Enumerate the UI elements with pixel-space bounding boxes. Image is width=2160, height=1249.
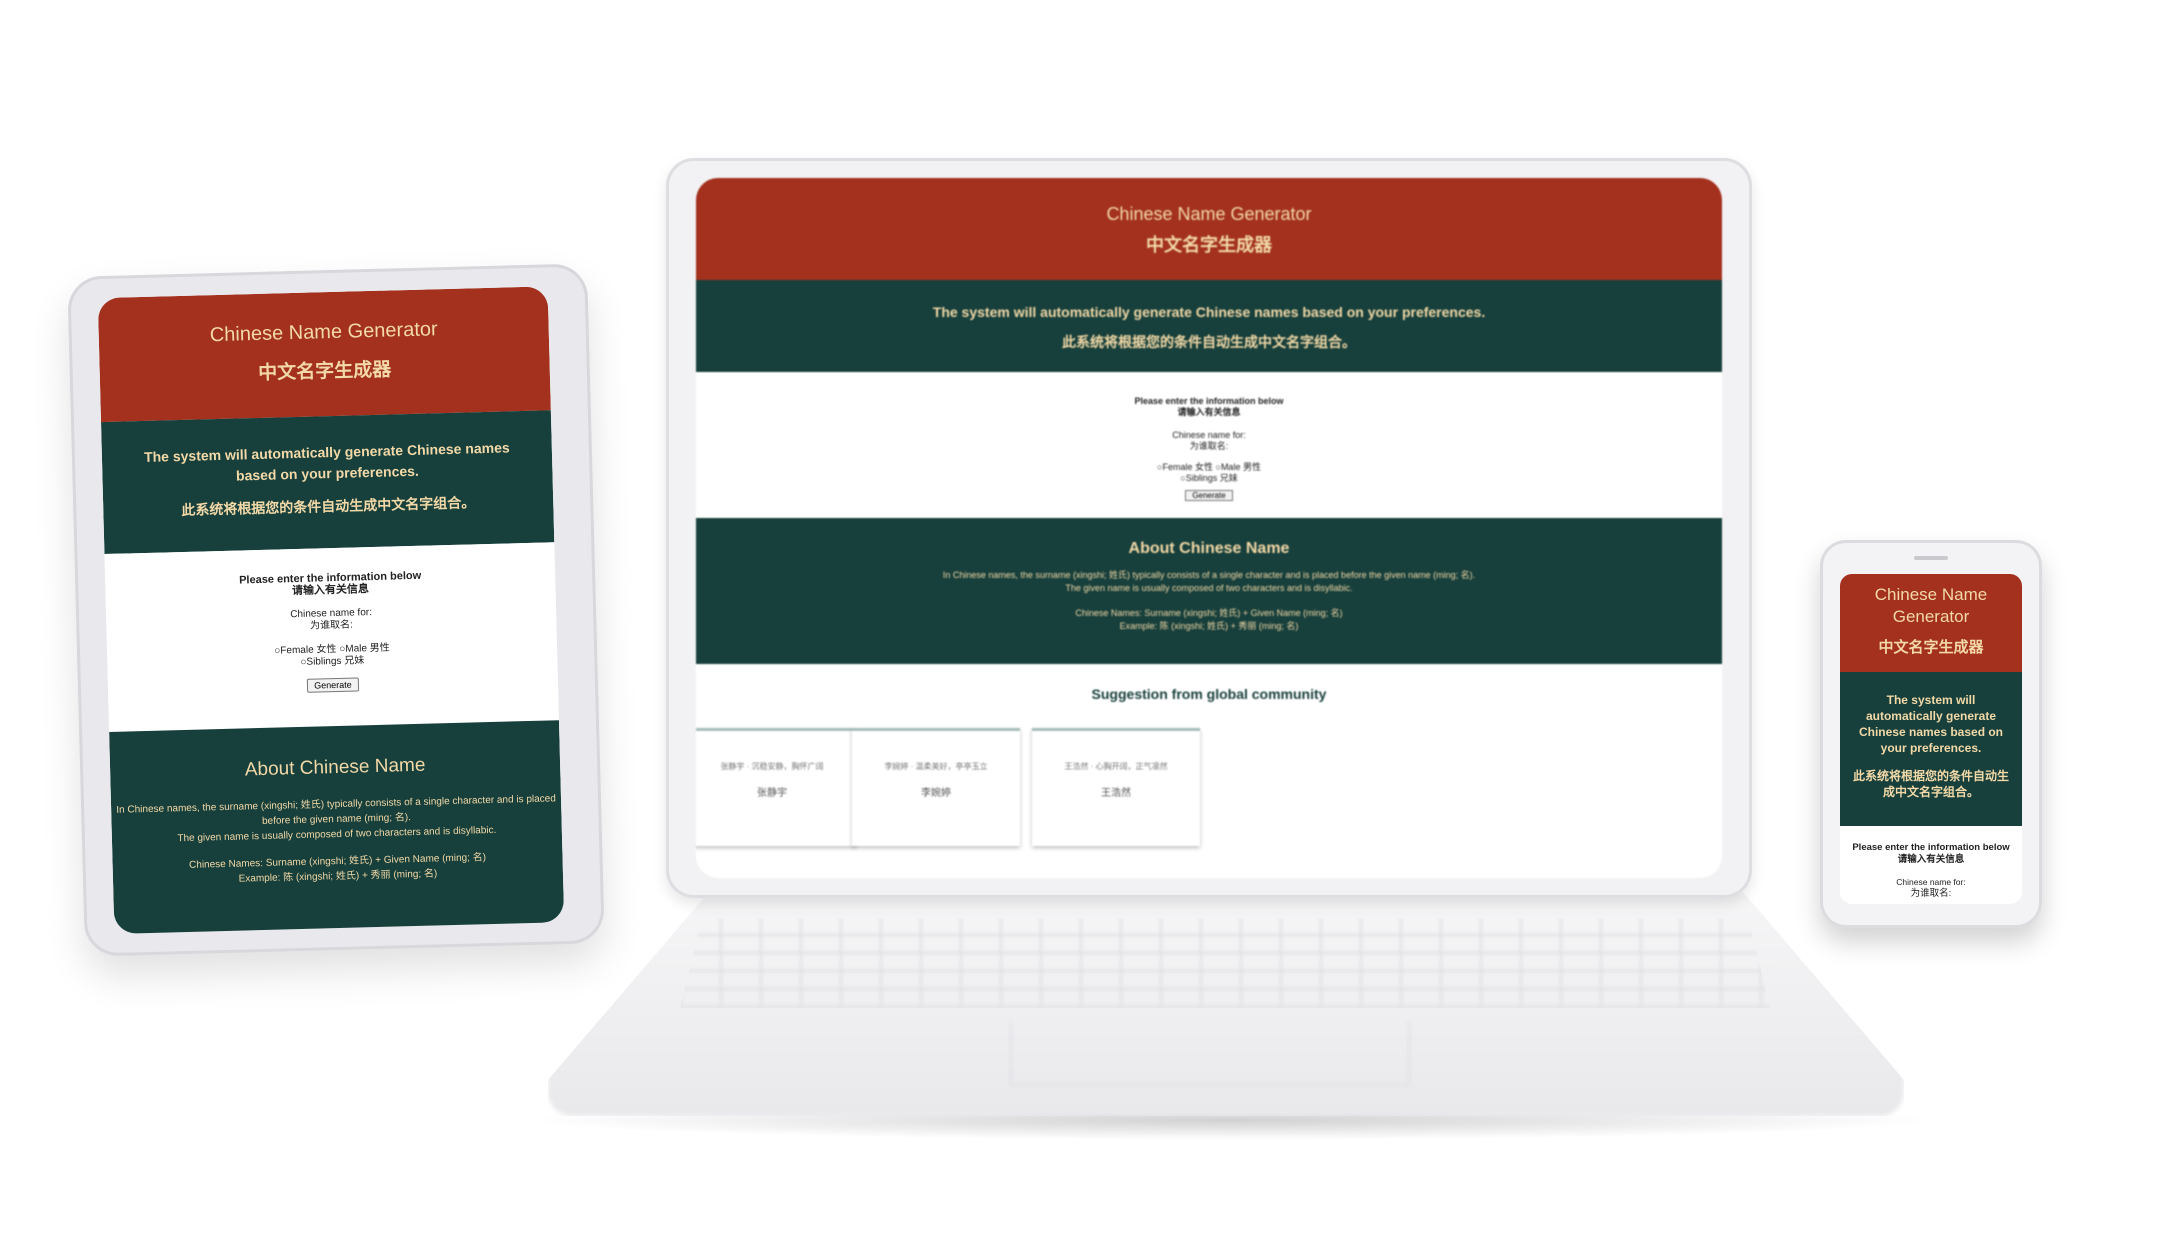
card-name: 张静宇 (757, 788, 787, 799)
name-form: Please enter the information below 请输入有关… (1840, 826, 2022, 900)
community-title: Suggestion from global community (1091, 686, 1327, 702)
about-line-2: The given name is usually composed of tw… (1065, 583, 1353, 593)
about-title: About Chinese Name (244, 754, 426, 781)
page-title: Chinese Name Generator (1106, 204, 1312, 224)
name-for-label-cn: 为谁取名: (1189, 441, 1229, 451)
form-heading: Please enter the information below (1852, 842, 2010, 853)
intro-text-cn: 此系统将根据您的条件自动生成中文名字组合。 (1062, 334, 1356, 350)
phone-device: Chinese Name Generator 中文名字生成器 The syste… (1820, 540, 2042, 928)
card-description: 张静宇 · 沉稳安静，胸怀广阔 (720, 762, 824, 771)
header: Chinese Name Generator 中文名字生成器 (696, 178, 1722, 280)
tablet-screen: Chinese Name Generator 中文名字生成器 The syste… (97, 286, 565, 934)
card-name: 李婉婷 (921, 788, 951, 799)
name-for-label: Chinese name for: (1896, 877, 1966, 887)
header: Chinese Name Generator 中文名字生成器 (97, 286, 551, 423)
laptop-keyboard (680, 918, 1770, 1008)
name-for-label: Chinese name for: (1172, 430, 1246, 440)
name-for-label-cn: 为谁取名: (1910, 888, 1952, 899)
community-cards: 张静宇 · 沉稳安静，胸怀广阔 张静宇 李婉婷 · 温柔美好，亭亭玉立 李婉婷 … (696, 728, 1722, 858)
suggestion-card[interactable]: 张静宇 · 沉稳安静，胸怀广阔 张静宇 (696, 728, 856, 846)
generate-button[interactable]: Generate (1185, 490, 1233, 501)
radio-female[interactable]: ○Female 女性 (1157, 462, 1213, 472)
page-title-cn: 中文名字生成器 (1146, 235, 1272, 255)
intro-text: The system will automatically generate C… (1858, 693, 2004, 755)
intro-text-cn: 此系统将根据您的条件自动生成中文名字组合。 (181, 494, 476, 519)
radio-male[interactable]: ○Male 男性 (339, 643, 390, 655)
about-section: About Chinese Name In Chinese names, the… (109, 720, 565, 934)
intro-section: The system will automatically generate C… (1840, 672, 2022, 826)
about-formula: Chinese Names: Surname (xingshi; 姓氏) + G… (1075, 608, 1343, 618)
about-title: About Chinese Name (1128, 540, 1290, 557)
radio-siblings[interactable]: ○Siblings 兄妹 (300, 655, 364, 668)
laptop-trackpad (1010, 1022, 1410, 1086)
intro-text: The system will automatically generate C… (932, 304, 1486, 320)
community-section: Suggestion from global community 张静宇 · 沉… (696, 664, 1722, 858)
suggestion-card[interactable]: 李婉婷 · 温柔美好，亭亭玉立 李婉婷 (852, 728, 1020, 846)
about-section: About Chinese Name In Chinese names, the… (696, 518, 1722, 664)
page-title: Chinese Name Generator (1874, 585, 1988, 626)
suggestion-card[interactable]: 王浩然 · 心胸开阔，正气凛然 王浩然 (1032, 728, 1200, 846)
form-heading-cn: 请输入有关信息 (1897, 854, 1965, 865)
intro-section: The system will automatically generate C… (696, 280, 1722, 372)
card-description: 王浩然 · 心胸开阔，正气凛然 (1064, 762, 1168, 771)
gender-options: ○Female 女性 ○Male 男性 ○Siblings 兄妹 (696, 462, 1722, 484)
card-description: 李婉婷 · 温柔美好，亭亭玉立 (884, 762, 988, 771)
intro-text: The system will automatically generate C… (143, 439, 510, 484)
intro-section: The system will automatically generate C… (101, 410, 555, 555)
phone-speaker (1914, 556, 1948, 560)
tablet-device: Chinese Name Generator 中文名字生成器 The syste… (67, 263, 605, 957)
laptop-device: Chinese Name Generator 中文名字生成器 The syste… (666, 158, 1752, 898)
card-name: 王浩然 (1101, 788, 1131, 799)
about-line-1: In Chinese names, the surname (xingshi; … (942, 570, 1476, 580)
about-example: Example: 陈 (xingshi; 姓氏) + 秀丽 (ming; 名) (1119, 621, 1299, 631)
page-title: Chinese Name Generator (209, 318, 438, 347)
page-title-cn: 中文名字生成器 (257, 359, 392, 384)
radio-siblings[interactable]: ○Siblings 兄妹 (1180, 473, 1237, 483)
radio-male[interactable]: ○Male 男性 (1216, 462, 1261, 472)
name-form: Please enter the information below 请输入有关… (104, 542, 559, 732)
radio-female[interactable]: ○Female 女性 (274, 644, 336, 657)
laptop-screen: Chinese Name Generator 中文名字生成器 The syste… (696, 178, 1722, 878)
form-heading-cn: 请输入有关信息 (1177, 407, 1241, 417)
gender-options: ○Female 女性 ○Male 男性 ○Siblings 兄妹 (107, 638, 557, 674)
form-heading: Please enter the information below (1134, 396, 1284, 406)
phone-screen: Chinese Name Generator 中文名字生成器 The syste… (1840, 574, 2022, 904)
header: Chinese Name Generator 中文名字生成器 (1840, 574, 2022, 672)
intro-text-cn: 此系统将根据您的条件自动生成中文名字组合。 (1852, 769, 2009, 799)
generate-button[interactable]: Generate (307, 677, 359, 693)
name-form: Please enter the information below 请输入有关… (696, 372, 1722, 518)
page-title-cn: 中文名字生成器 (1878, 639, 1984, 656)
